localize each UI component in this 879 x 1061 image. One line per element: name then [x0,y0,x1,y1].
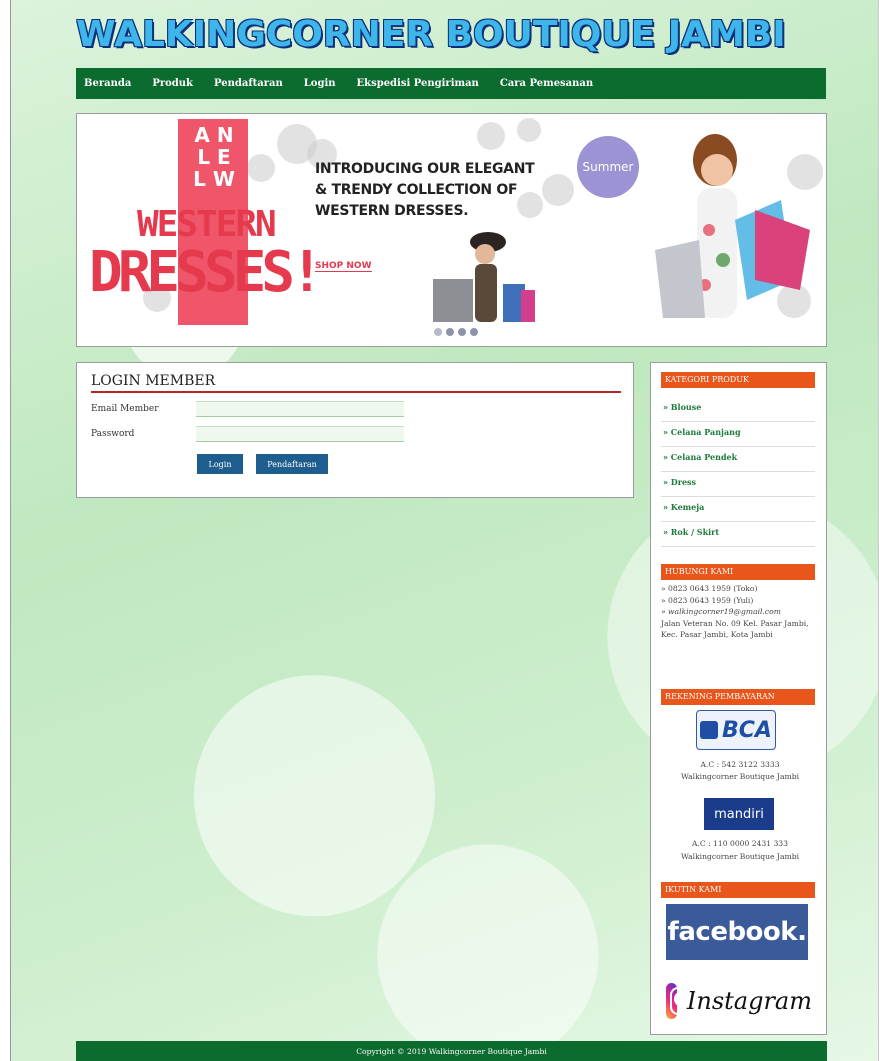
banner-intro-text: INTRODUCING OUR ELEGANT & TRENDY COLLECT… [315,159,535,222]
facebook-link[interactable]: facebook. [666,904,808,960]
email-label: Email Member [91,404,159,414]
bca-holder: Walkingcorner Boutique Jambi [680,772,799,781]
contact-info: » 0823 0643 1959 (Toko) » 0823 0643 1959… [661,583,819,641]
login-title: LOGIN MEMBER [91,373,621,393]
login-member-panel: LOGIN MEMBER Email Member Password Login… [76,362,634,498]
decor-bubble [247,154,275,182]
footer-copyright: Copyright © 2019 Walkingcorner Boutique … [356,1046,547,1056]
contact-address: Jalan Veteran No. 09 Kel. Pasar Jambi, K… [661,618,809,640]
slider-dot-4[interactable] [470,328,478,336]
slider-dot-1[interactable] [434,328,442,336]
decor-bubble [542,174,574,206]
bca-logo: BCA [696,710,776,750]
decor-bubble [477,122,505,150]
mandiri-account: A.C : 110 0000 2431 333 [692,839,788,848]
decor-bubble [517,118,541,142]
slider-dots [434,328,478,336]
register-button[interactable]: Pendaftaran [256,454,328,474]
hero-banner-slider[interactable]: A N L E L W WESTERN DRESSES! INTRODUCING… [76,113,827,347]
nav-item-cara-pemesanan[interactable]: Cara Pemesanan [500,78,593,89]
shopper-woman-image [433,232,535,322]
contact-phone-store: » 0823 0643 1959 (Toko) [661,584,758,593]
password-field[interactable] [196,426,404,442]
password-label: Password [91,429,135,439]
slider-dot-3[interactable] [458,328,466,336]
instagram-icon [666,983,698,1019]
category-item-celana-panjang[interactable]: » Celana Panjang [661,422,815,447]
banner-intro-line1: INTRODUCING OUR ELEGANT [315,161,535,177]
login-button[interactable]: Login [197,454,243,474]
bca-logo-text: BCA [722,717,772,743]
contact-email[interactable]: » walkingcorner19@gmail.com [661,606,819,618]
nav-item-ekspedisi[interactable]: Ekspedisi Pengiriman [357,78,479,89]
contact-heading: HUBUNGI KAMI [661,564,815,580]
category-item-celana-pendek[interactable]: » Celana Pendek [661,447,815,472]
email-field[interactable] [196,401,404,417]
nav-item-pendaftaran[interactable]: Pendaftaran [214,78,283,89]
banner-all-new-text: A N L E L W [193,123,235,191]
banner-dresses-text: DRESSES! [89,240,324,305]
nav-item-beranda[interactable]: Beranda [84,78,131,89]
mandiri-logo: mandiri [704,798,774,830]
category-item-rok-skirt[interactable]: » Rok / Skirt [661,522,815,547]
model-with-bags-image [655,134,810,318]
follow-heading: IKUTIN KAMI [661,882,815,898]
category-item-kemeja[interactable]: » Kemeja [661,497,815,522]
instagram-text: Instagram [686,987,812,1015]
category-item-blouse[interactable]: » Blouse [661,397,815,422]
contact-phone-yuli: » 0823 0643 1959 (Yuli) [661,595,754,605]
banner-western-text: WESTERN [137,204,277,245]
payment-heading: REKENING PEMBAYARAN [661,689,815,705]
categories-heading: KATEGORI PRODUK [661,372,815,388]
banner-intro-line3: WESTERN DRESSES. [315,203,469,219]
main-navbar: Beranda Produk Pendaftaran Login Ekspedi… [76,68,826,99]
banner-intro-line2: & TRENDY COLLECTION OF [315,182,518,198]
footer-bar: Copyright © 2019 Walkingcorner Boutique … [76,1041,827,1061]
mandiri-holder: Walkingcorner Boutique Jambi [680,852,799,861]
site-logo[interactable]: WALKINGCORNER BOUTIQUE JAMBI [76,14,786,55]
category-item-dress[interactable]: » Dress [661,472,815,497]
bca-account: A.C : 542 3122 3333 [700,760,780,769]
bca-emblem-icon [700,721,719,739]
nav-item-login[interactable]: Login [304,78,336,89]
slider-dot-2[interactable] [446,328,454,336]
shop-now-button[interactable]: SHOP NOW [315,261,372,272]
nav-item-produk[interactable]: Produk [152,78,193,89]
instagram-link[interactable]: Instagram [666,978,812,1024]
